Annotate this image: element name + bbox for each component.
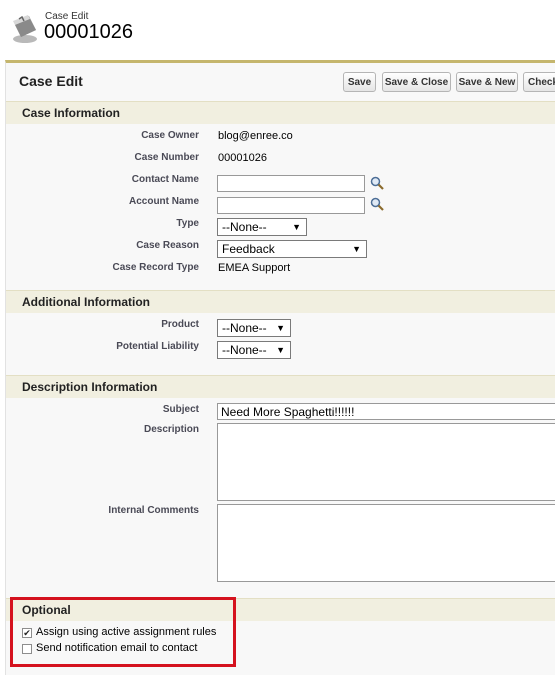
- potential-liability-select[interactable]: --None-- ▼: [217, 341, 291, 359]
- check-spelling-button[interactable]: Check: [523, 72, 555, 92]
- save-button[interactable]: Save: [343, 72, 376, 92]
- case-briefcase-icon: [13, 15, 37, 43]
- contact-name-input[interactable]: [217, 175, 365, 192]
- save-new-button[interactable]: Save & New: [456, 72, 518, 92]
- record-type-value: EMEA Support: [218, 262, 291, 274]
- page-header: Case Edit 00001026: [0, 0, 555, 58]
- case-owner-label: Case Owner: [141, 130, 199, 141]
- product-selected-value: --None--: [222, 321, 267, 335]
- section-title: Case Information: [22, 106, 121, 120]
- type-selected-value: --None--: [222, 220, 267, 234]
- subject-label: Subject: [162, 404, 199, 415]
- chevron-down-icon: ▼: [292, 222, 301, 232]
- case-reason-select[interactable]: Feedback ▼: [217, 240, 367, 258]
- product-select[interactable]: --None-- ▼: [217, 319, 291, 337]
- potential-liability-selected-value: --None--: [222, 343, 267, 357]
- potential-liability-label: Potential Liability: [116, 341, 199, 352]
- case-reason-label: Case Reason: [136, 240, 199, 251]
- panel-title: Case Edit: [19, 73, 83, 89]
- record-type-label: Case Record Type: [112, 262, 199, 273]
- internal-comments-textarea[interactable]: [217, 504, 555, 582]
- chevron-down-icon: ▼: [352, 244, 361, 254]
- description-textarea[interactable]: [217, 423, 555, 501]
- case-edit-panel: Case Edit Save Save & Close Save & New C…: [5, 60, 555, 675]
- section-case-information: Case Information: [6, 101, 555, 124]
- save-close-button[interactable]: Save & Close: [382, 72, 451, 92]
- section-title: Description Information: [22, 380, 158, 394]
- case-number-value: 00001026: [218, 152, 267, 164]
- type-select[interactable]: --None-- ▼: [217, 218, 307, 236]
- chevron-down-icon: ▼: [276, 323, 285, 333]
- section-description-information: Description Information: [6, 375, 555, 398]
- contact-name-label: Contact Name: [131, 174, 199, 185]
- section-title: Additional Information: [22, 295, 150, 309]
- page-title: 00001026: [44, 21, 133, 43]
- type-label: Type: [176, 218, 199, 229]
- case-reason-selected-value: Feedback: [222, 242, 275, 256]
- subject-input[interactable]: [217, 403, 555, 420]
- magnifier-lookup-icon[interactable]: [370, 197, 384, 211]
- account-name-input[interactable]: [217, 197, 365, 214]
- section-additional-information: Additional Information: [6, 290, 555, 313]
- description-label: Description: [143, 424, 199, 435]
- internal-comments-label: Internal Comments: [108, 505, 199, 516]
- highlight-box: [10, 597, 236, 667]
- chevron-down-icon: ▼: [276, 345, 285, 355]
- case-owner-value[interactable]: blog@enree.co: [218, 130, 293, 142]
- product-label: Product: [161, 319, 199, 330]
- account-name-label: Account Name: [128, 196, 199, 207]
- case-number-label: Case Number: [134, 152, 199, 163]
- magnifier-lookup-icon[interactable]: [370, 176, 384, 190]
